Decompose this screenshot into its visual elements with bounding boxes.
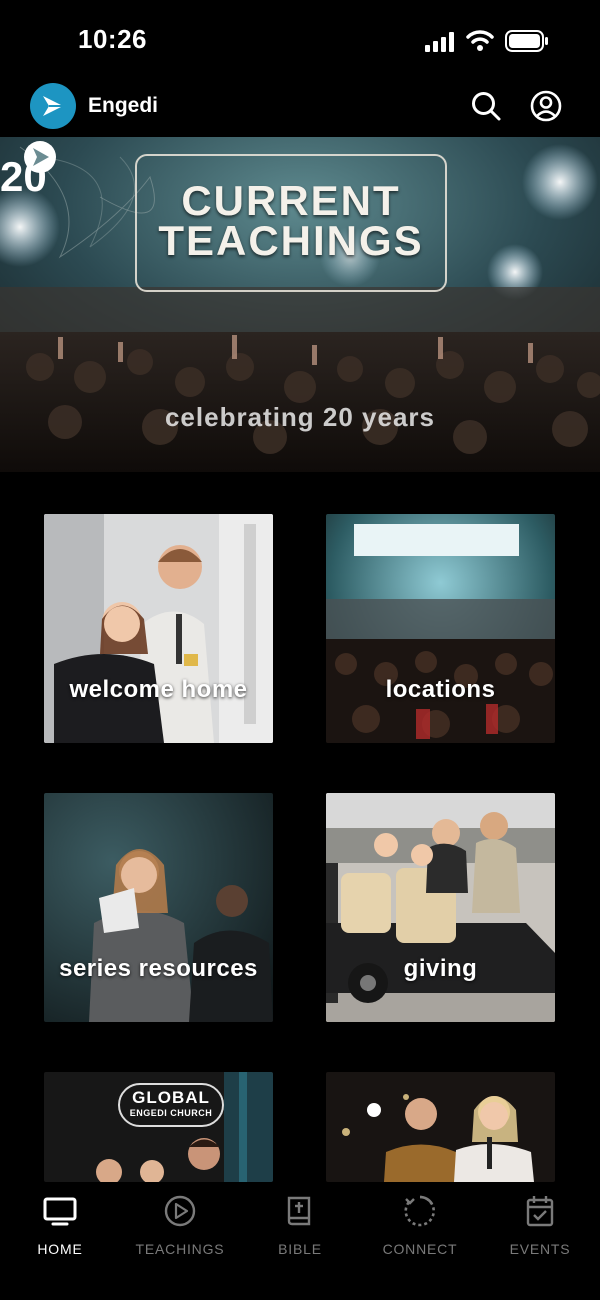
tab-teachings-label: TEACHINGS: [135, 1241, 225, 1257]
calendar-check-icon: [526, 1196, 554, 1227]
engedi-logo-icon[interactable]: [30, 83, 76, 129]
tab-events-label: EVENTS: [509, 1241, 571, 1257]
global-engedi-sign: GLOBAL ENGEDI CHURCH: [118, 1083, 224, 1127]
giving-label: giving: [403, 955, 478, 982]
status-time: 10:26: [78, 24, 147, 54]
current-teachings-banner[interactable]: CURRENT TEACHINGS 20 celebrating 20 year…: [0, 137, 600, 472]
account-icon[interactable]: [530, 90, 562, 122]
global-engedi-tile[interactable]: GLOBAL ENGEDI CHURCH: [44, 1072, 273, 1182]
series-resources-label: series resources: [59, 955, 258, 982]
locations-photo: [326, 514, 555, 743]
welcome-photo: [44, 514, 273, 743]
tab-home-label: HOME: [37, 1241, 83, 1257]
20-years-badge-icon: 20: [0, 141, 56, 197]
series-resources-tile[interactable]: series resources: [44, 793, 273, 1022]
pastors-tile[interactable]: [326, 1072, 555, 1182]
welcome-home-tile[interactable]: welcome home: [44, 514, 273, 743]
series-resources-photo: [44, 793, 273, 1022]
giving-photo: [326, 793, 555, 1022]
status-bar: 10:26: [0, 0, 600, 82]
hero-title: CURRENT TEACHINGS: [158, 177, 424, 264]
tab-bible[interactable]: BIBLE: [240, 1194, 360, 1257]
global-sign-subtitle: ENGEDI CHURCH: [129, 1108, 213, 1118]
battery-icon: [505, 30, 548, 52]
bible-icon: [287, 1196, 311, 1226]
tab-connect-label: CONNECT: [382, 1241, 458, 1257]
wifi-icon: [466, 30, 494, 51]
bottom-tab-bar: HOME TEACHINGS BIBLE CONNECT EVENTS: [0, 1182, 600, 1300]
tv-icon: [43, 1197, 77, 1226]
connect-refresh-icon: [404, 1195, 436, 1227]
search-icon[interactable]: [470, 90, 502, 122]
play-circle-icon: [164, 1195, 196, 1227]
tab-home[interactable]: HOME: [0, 1194, 120, 1257]
giving-tile[interactable]: giving: [326, 793, 555, 1022]
global-sign-title: GLOBAL: [132, 1088, 210, 1107]
app-name: Engedi: [88, 94, 159, 117]
pastors-photo: [326, 1072, 555, 1182]
tab-teachings[interactable]: TEACHINGS: [120, 1194, 240, 1257]
welcome-home-label: welcome home: [69, 676, 248, 703]
app-header: Engedi: [0, 82, 600, 136]
cellular-signal-icon: [425, 32, 454, 52]
locations-label: locations: [385, 676, 496, 703]
locations-tile[interactable]: locations: [326, 514, 555, 743]
tab-events[interactable]: EVENTS: [480, 1194, 600, 1257]
tab-bible-label: BIBLE: [278, 1241, 322, 1257]
hero-subtitle: celebrating 20 years: [164, 402, 436, 432]
tab-connect[interactable]: CONNECT: [360, 1194, 480, 1257]
